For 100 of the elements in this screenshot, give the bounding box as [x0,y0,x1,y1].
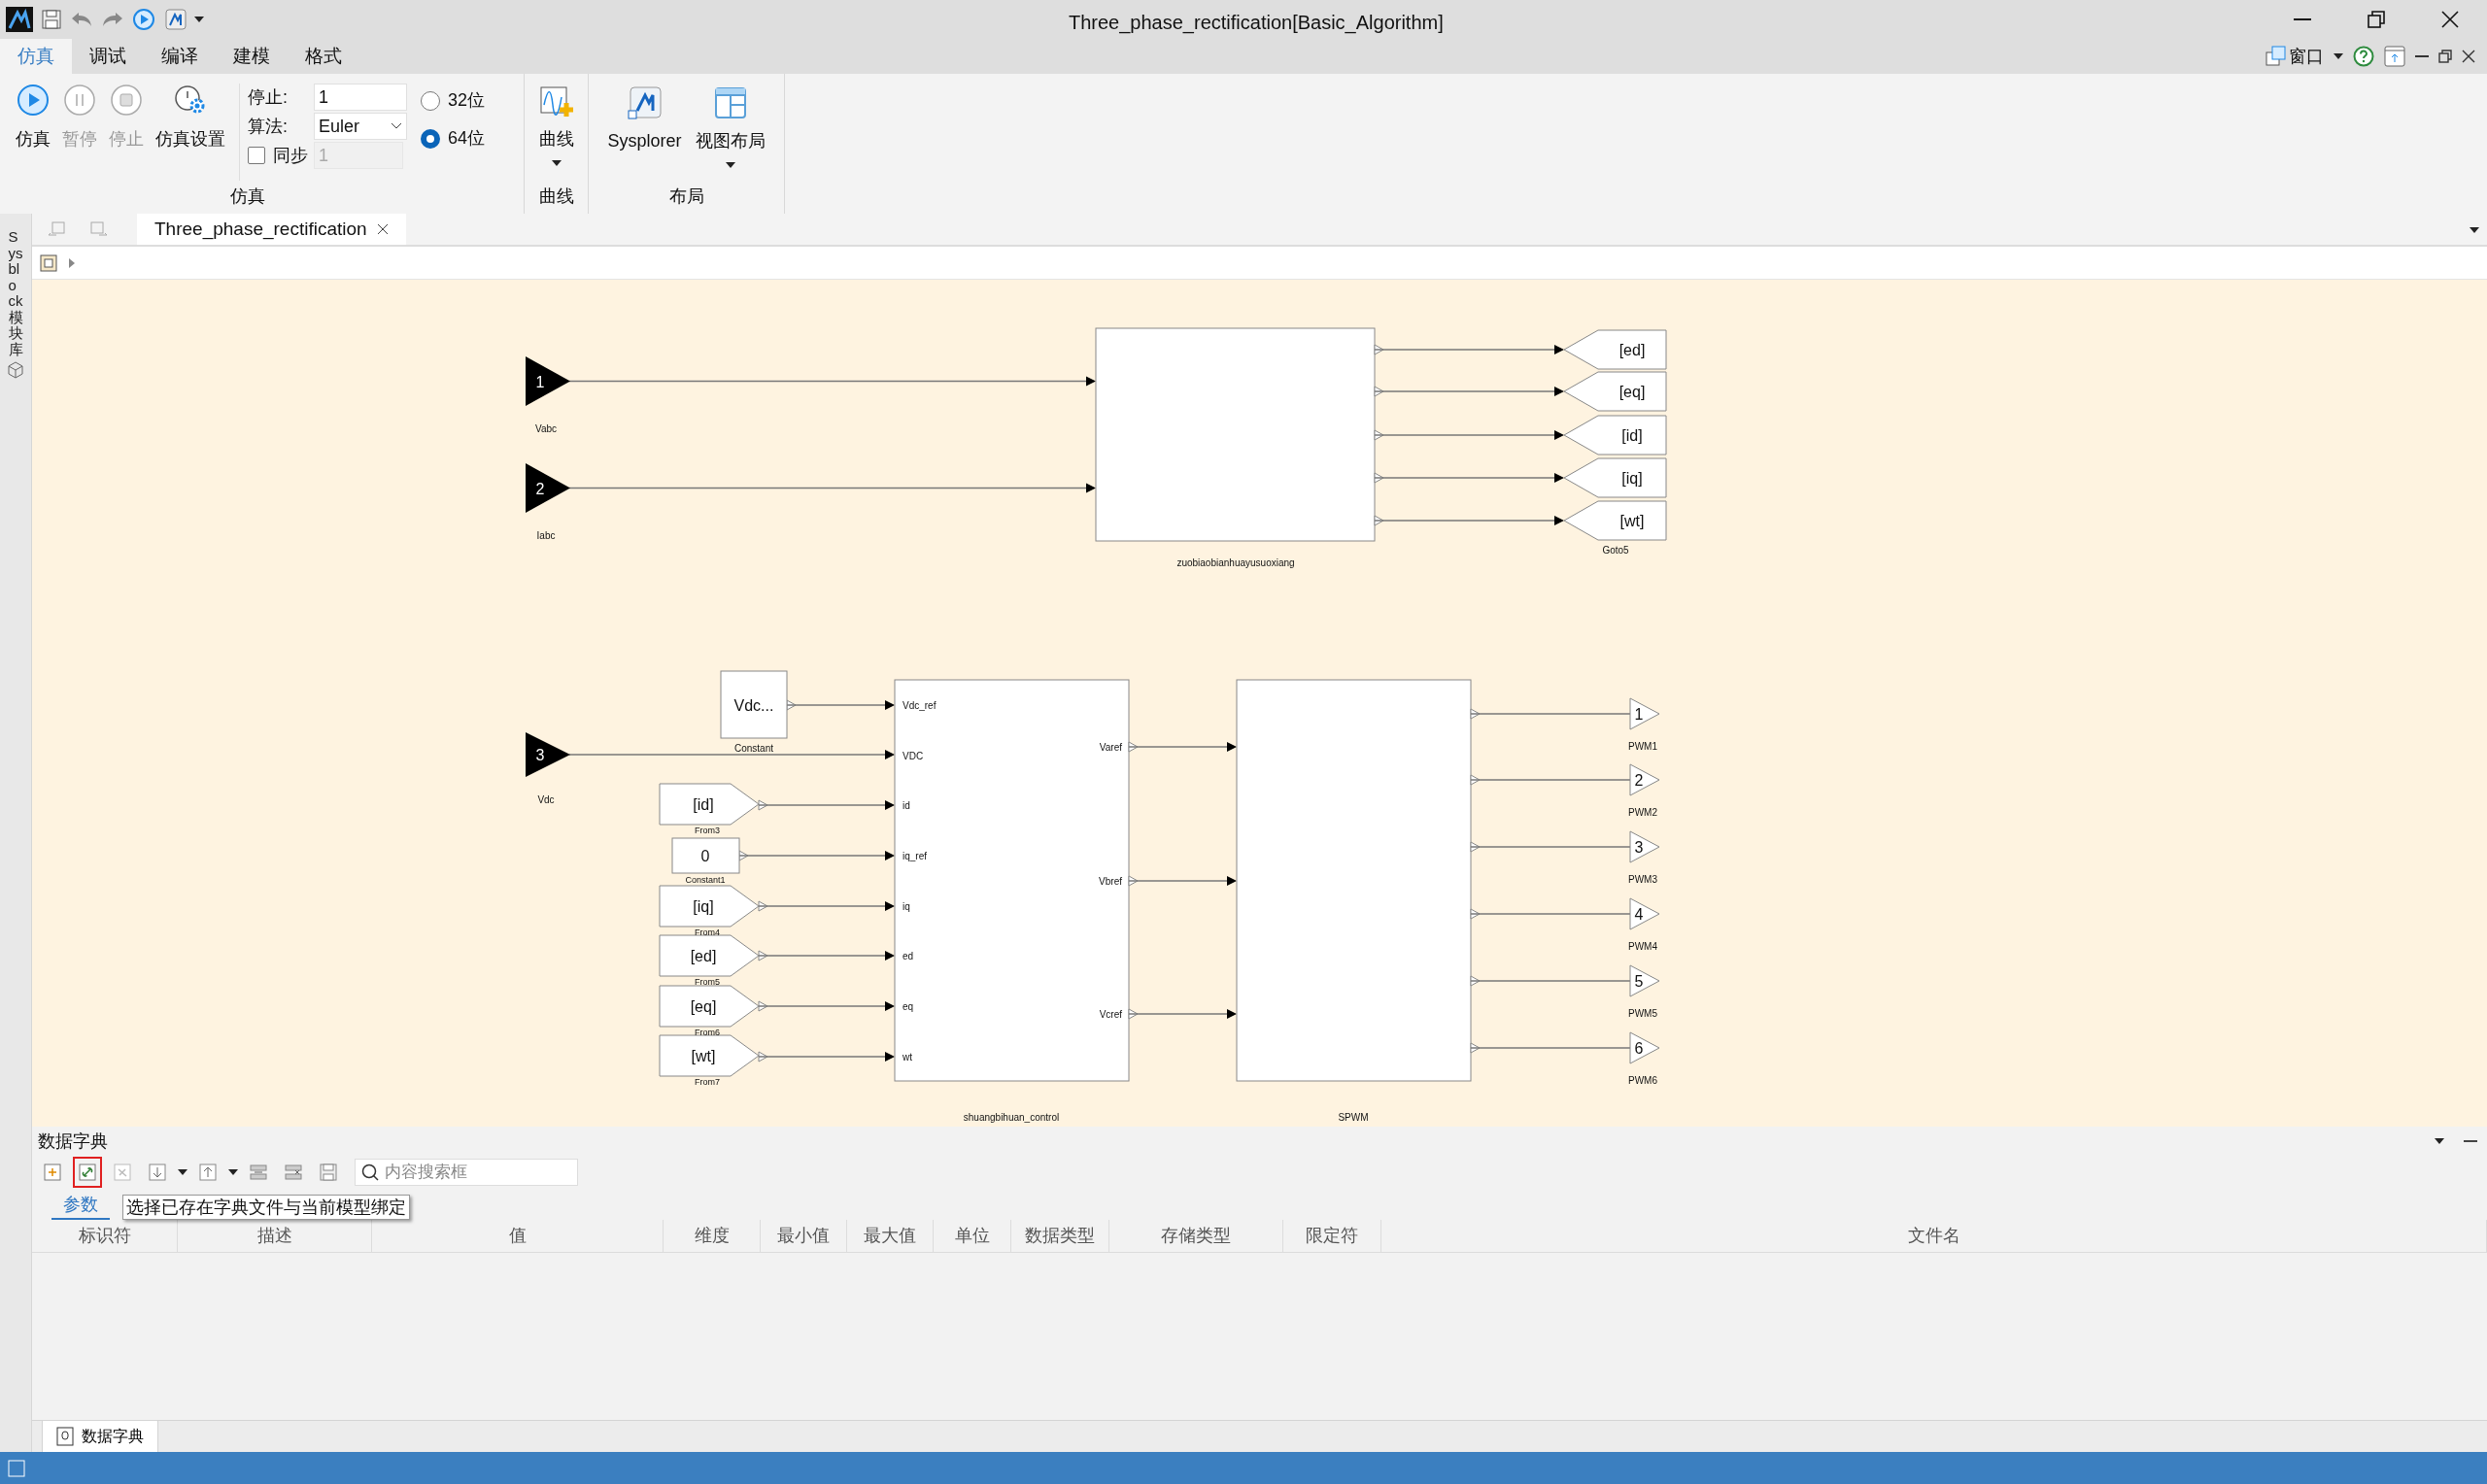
from-block: [wt] [659,1034,760,1077]
restore-icon[interactable] [2438,50,2452,63]
block-label: wt [903,1052,912,1062]
column-header[interactable]: 限定符 [1283,1220,1381,1252]
column-header[interactable]: 描述 [178,1220,372,1252]
stop-time-field[interactable]: 1 [314,84,407,111]
block-label: PWM5 [1628,1008,1657,1019]
column-header[interactable]: 标识符 [32,1220,178,1252]
block-label: VDC [903,751,924,761]
block-label: Varef [1099,742,1122,753]
close-icon[interactable] [2462,50,2475,63]
upload-icon[interactable] [2384,46,2405,67]
book-icon [56,1427,74,1446]
column-header[interactable]: 最大值 [847,1220,934,1252]
menu-tab[interactable]: 格式 [288,39,359,74]
block-label: Goto5 [1602,545,1629,556]
caret-icon [551,160,562,166]
close-icon[interactable] [376,223,389,235]
search-icon [361,1164,379,1181]
ribbon-button[interactable]: 仿真设置 [150,84,231,152]
algorithm-dropdown[interactable]: Euler [314,113,407,140]
from-block: [iq] [659,885,760,928]
inport-block: 3 [526,732,570,777]
column-header[interactable]: 数据类型 [1011,1220,1109,1252]
column-header[interactable]: 维度 [664,1220,761,1252]
search-input[interactable]: 内容搜索框 [385,1160,569,1185]
minimize-icon [2294,18,2311,20]
block-label: PWM4 [1628,941,1657,952]
play-icon[interactable] [132,8,155,31]
block-label: PWM6 [1628,1075,1657,1086]
radio-button[interactable] [421,90,440,111]
dropdown-caret-icon [194,17,204,22]
window-menu-button[interactable]: 窗口 [2289,43,2324,70]
block-label: From3 [695,826,720,835]
search-field[interactable]: 内容搜索框 [355,1159,578,1186]
document-tab[interactable]: Three_phase_rectification [137,214,406,245]
ribbon-button[interactable]: 视图布局 [695,85,766,184]
menu-tab[interactable]: 编译 [144,39,216,74]
group-label: 曲线 [538,186,574,208]
field-label: 停止: [248,85,289,109]
outport-block: 6 [1629,1031,1660,1064]
column-header[interactable]: 最小值 [761,1220,847,1252]
goto-block: [eq] [1563,371,1667,412]
from-block: [eq] [659,985,760,1028]
block-label: PWM1 [1628,741,1657,752]
column-header[interactable]: 单位 [934,1220,1011,1252]
restore-icon [2368,11,2385,28]
block-label: Vabc [534,423,558,434]
block-label: iq [903,901,910,912]
block-label: Vcref [1099,1009,1122,1020]
goto-block: [id] [1563,415,1667,455]
dropdown-caret-icon [178,1169,187,1175]
constant-block: Vdc... [720,670,788,739]
goto-block: [ed] [1563,329,1667,370]
block-label: zuobiaobianhuayusuoxiang [1176,557,1295,568]
outport-block: 2 [1629,763,1660,796]
outport-block: 3 [1629,830,1660,863]
column-header[interactable]: 值 [372,1220,664,1252]
radio-button[interactable] [421,128,440,149]
menu-tab[interactable]: 仿真 [0,39,72,74]
save-icon[interactable] [41,9,62,30]
chip-icon[interactable] [38,252,59,274]
constant-block: 0 [671,837,740,874]
panel-menu-icon [2435,1138,2444,1144]
app-logo-icon[interactable] [6,7,33,32]
caret-icon [2334,53,2343,59]
help-icon[interactable] [2353,46,2374,67]
ribbon-button[interactable]: Sysplorer [607,85,682,184]
ribbon-button[interactable]: 仿真 [10,84,56,152]
menu-tab[interactable]: 建模 [216,39,288,74]
tab[interactable]: 参数 [51,1191,110,1220]
outport-block: 1 [1629,697,1660,730]
app-logo-icon [627,85,663,120]
close-icon [2441,11,2459,28]
panel-title: 数据字典 [38,1130,108,1153]
chevron-down-icon [391,122,402,130]
checkbox-label: 同步 [273,144,306,167]
block-label: Vbref [1099,876,1122,887]
toolbar-button[interactable] [73,1157,102,1188]
bottom-tab[interactable]: 数据字典 [42,1421,158,1452]
column-header[interactable]: 存储类型 [1109,1220,1283,1252]
stop-icon [110,84,143,117]
goto-block: [wt] [1563,500,1667,541]
window-title: Three_phase_rectification[Basic_Algorithm] [1069,11,1444,36]
block-label: id [903,800,910,811]
block-label: shuangbihuan_control [963,1112,1060,1123]
block-label: From5 [695,977,720,987]
menu-tab[interactable]: 调试 [72,39,144,74]
ribbon-button[interactable]: 曲线 [538,74,574,184]
radio-label: 32位 [448,89,486,112]
app-logo-icon[interactable] [163,8,187,31]
sync-checkbox[interactable] [248,147,265,164]
block-label: From6 [695,1028,720,1037]
column-header[interactable]: 文件名 [1381,1220,2487,1252]
block-label: From4 [695,928,720,937]
side-panel-tab[interactable]: Sysblock模块库 [8,229,23,357]
block-label: iq_ref [903,851,927,861]
group-label: 布局 [668,186,704,208]
group-label: 仿真 [229,186,265,208]
play-icon [17,84,50,117]
